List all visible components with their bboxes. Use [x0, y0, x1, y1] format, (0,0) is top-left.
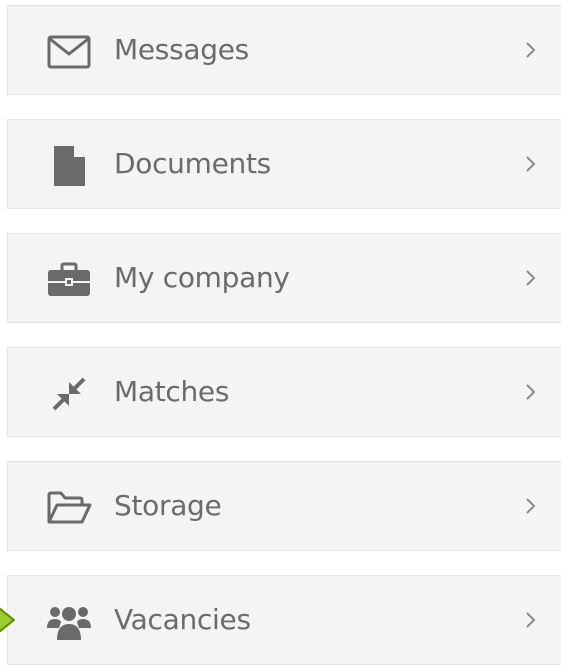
menu-item-messages[interactable]: Messages — [7, 5, 561, 95]
chevron-right-icon — [520, 152, 540, 176]
chevron-right-icon — [520, 266, 540, 290]
chevron-right-icon — [520, 608, 540, 632]
envelope-icon — [46, 29, 92, 75]
menu-item-label: Vacancies — [114, 603, 251, 636]
document-icon — [46, 143, 92, 189]
users-group-icon — [46, 599, 92, 645]
menu-item-label: Storage — [114, 489, 222, 522]
menu-item-label: Matches — [114, 375, 230, 408]
menu-item-documents[interactable]: Documents — [7, 119, 561, 209]
menu-item-vacancies[interactable]: Vacancies — [7, 575, 561, 665]
menu-item-label: My company — [114, 261, 290, 294]
chevron-right-icon — [520, 494, 540, 518]
pointer-arrow-icon — [0, 602, 18, 638]
menu-item-label: Messages — [114, 33, 249, 66]
menu-item-storage[interactable]: Storage — [7, 461, 561, 551]
chevron-right-icon — [520, 38, 540, 62]
chevron-right-icon — [520, 380, 540, 404]
menu-item-label: Documents — [114, 147, 271, 180]
menu-item-my-company[interactable]: My company — [7, 233, 561, 323]
folder-open-icon — [46, 485, 92, 531]
compress-arrows-icon — [46, 371, 92, 417]
briefcase-icon — [46, 257, 92, 303]
menu-item-matches[interactable]: Matches — [7, 347, 561, 437]
side-menu: Messages Documents My company Matches St… — [0, 0, 561, 665]
